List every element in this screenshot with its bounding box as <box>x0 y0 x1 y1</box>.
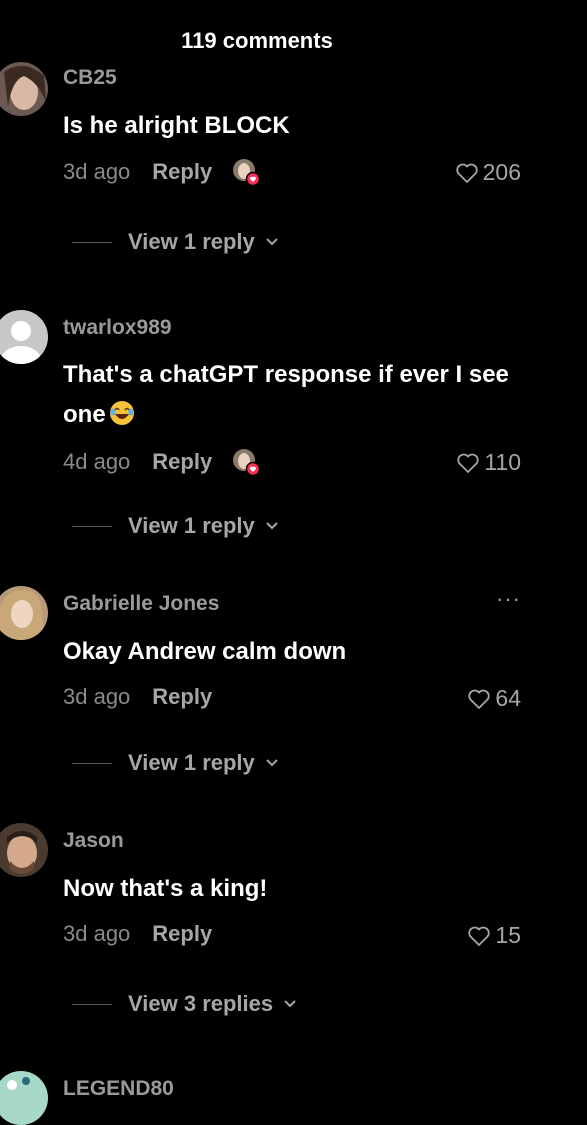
like-count: 15 <box>495 922 521 948</box>
reply-button[interactable]: Reply <box>152 159 212 185</box>
comment-text: Now that's a king! <box>63 875 268 902</box>
comment-meta: 3d ago Reply <box>63 921 212 947</box>
avatar[interactable] <box>0 1071 48 1125</box>
like-button[interactable]: 206 <box>455 159 521 186</box>
avatar[interactable] <box>0 586 48 640</box>
chevron-down-icon <box>284 1000 296 1008</box>
creator-liked-icon <box>232 448 261 477</box>
comment-meta: 3d ago Reply <box>63 684 212 710</box>
like-count: 206 <box>482 159 521 185</box>
avatar[interactable] <box>0 823 48 877</box>
like-count: 64 <box>495 685 521 711</box>
comment-text: Okay Andrew calm down <box>63 638 347 665</box>
comment-username[interactable]: LEGEND80 <box>63 1077 174 1101</box>
creator-liked-icon <box>232 158 261 187</box>
chevron-down-icon <box>266 238 278 246</box>
chevron-down-icon <box>266 522 278 530</box>
view-replies-button[interactable]: View 1 reply <box>72 513 279 539</box>
heart-icon <box>457 453 479 473</box>
comment-meta: 4d ago Reply <box>63 448 261 477</box>
view-replies-label: View 3 replies <box>128 991 274 1016</box>
reply-button[interactable]: Reply <box>152 684 212 710</box>
comment-username[interactable]: CB25 <box>63 66 117 90</box>
comment-username[interactable]: Gabrielle Jones <box>63 592 219 616</box>
heart-icon <box>455 163 478 183</box>
view-replies-label: View 1 reply <box>128 750 255 775</box>
view-replies-button[interactable]: View 1 reply <box>72 229 279 255</box>
view-replies-button[interactable]: View 1 reply <box>72 750 279 776</box>
comment-time: 4d ago <box>63 449 131 474</box>
reply-button[interactable]: Reply <box>152 449 212 475</box>
like-button[interactable]: 15 <box>467 922 521 949</box>
comment-time: 3d ago <box>63 159 131 184</box>
comment-time: 3d ago <box>63 921 131 946</box>
avatar[interactable] <box>0 310 48 364</box>
more-options-button[interactable]: ··· <box>496 586 521 612</box>
comment-username[interactable]: twarlox989 <box>63 316 172 340</box>
divider <box>72 762 112 764</box>
like-button[interactable]: 110 <box>456 449 521 476</box>
comments-count-title: 119 comments <box>181 28 333 53</box>
reply-button[interactable]: Reply <box>152 921 212 947</box>
chevron-down-icon <box>266 759 278 767</box>
avatar[interactable] <box>0 62 48 116</box>
like-count: 110 <box>484 449 521 475</box>
comment-meta: 3d ago Reply <box>63 158 261 187</box>
comment-text: Is he alright BLOCK <box>63 112 290 139</box>
view-replies-label: View 1 reply <box>128 513 255 538</box>
like-button[interactable]: 64 <box>467 685 521 712</box>
heart-icon <box>468 689 491 709</box>
divider <box>72 241 112 243</box>
comment-username[interactable]: Jason <box>63 829 124 853</box>
view-replies-button[interactable]: View 3 replies <box>72 991 297 1017</box>
heart-icon <box>468 926 491 946</box>
divider <box>72 1003 112 1005</box>
view-replies-label: View 1 reply <box>128 229 255 254</box>
comment-text: That's a chatGPT response if ever I see … <box>63 355 513 435</box>
laughing-emoji-icon <box>108 399 136 427</box>
divider <box>72 525 112 527</box>
comment-time: 3d ago <box>63 684 131 709</box>
